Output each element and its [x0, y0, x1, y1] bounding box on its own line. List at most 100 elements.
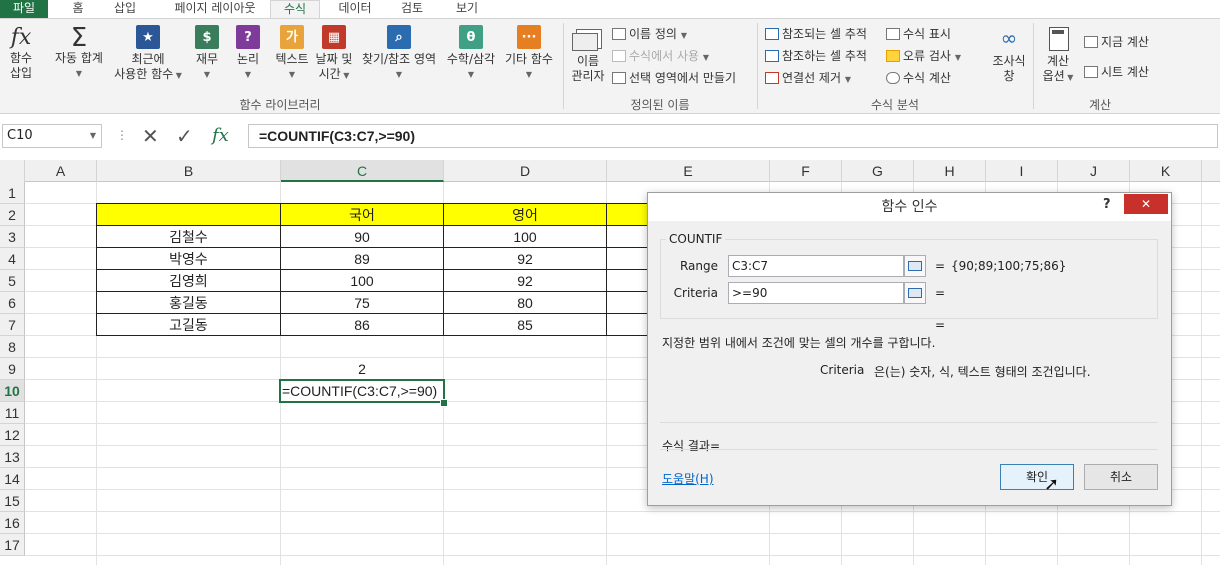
row-header-12[interactable]: 12	[0, 424, 25, 446]
column-header-f[interactable]: F	[770, 160, 842, 182]
row-header-10[interactable]: 10	[0, 380, 25, 402]
cell-d4[interactable]: 92	[443, 247, 607, 270]
criteria-input[interactable]: >=90	[728, 282, 904, 304]
cell-c9[interactable]: 2	[281, 358, 443, 380]
column-header-j[interactable]: J	[1058, 160, 1130, 182]
cell-c2[interactable]: 국어	[280, 203, 444, 226]
cell-e5[interactable]	[606, 269, 648, 292]
cell-d7[interactable]: 85	[443, 313, 607, 336]
logical-button[interactable]: ? 논리 ▼	[232, 25, 264, 82]
row-header-1[interactable]: 1	[0, 182, 25, 204]
column-header-h[interactable]: H	[914, 160, 986, 182]
cell-b3[interactable]: 김철수	[96, 225, 281, 248]
cell-c3[interactable]: 90	[280, 225, 444, 248]
more-functions-button[interactable]: ··· 기타 함수 ▼	[500, 25, 558, 82]
row-header-4[interactable]: 4	[0, 248, 25, 270]
tab-review[interactable]: 검토	[390, 0, 434, 18]
calculation-options-button[interactable]: 계산 옵션 ▼	[1038, 25, 1078, 85]
use-in-formula-button[interactable]: 수식에서 사용 ▼	[612, 47, 709, 65]
create-from-selection-button[interactable]: 선택 영역에서 만들기	[612, 69, 736, 87]
cell-b5[interactable]: 김영희	[96, 269, 281, 292]
cell-d3[interactable]: 100	[443, 225, 607, 248]
insert-function-fx-icon[interactable]: fx	[212, 124, 229, 148]
cell-e3[interactable]	[606, 225, 648, 248]
ok-button[interactable]: 확인	[1000, 464, 1074, 490]
cell-e6[interactable]	[606, 291, 648, 314]
cell-d2[interactable]: 영어	[443, 203, 607, 226]
column-header-k[interactable]: K	[1130, 160, 1202, 182]
row-header-7[interactable]: 7	[0, 314, 25, 336]
column-header-a[interactable]: A	[25, 160, 97, 182]
cell-c4[interactable]: 89	[280, 247, 444, 270]
row-header-13[interactable]: 13	[0, 446, 25, 468]
cell-e7[interactable]	[606, 313, 648, 336]
cell-b7[interactable]: 고길동	[96, 313, 281, 336]
cell-b4[interactable]: 박영수	[96, 247, 281, 270]
row-header-16[interactable]: 16	[0, 512, 25, 534]
chevron-down-icon[interactable]: ▼	[90, 125, 96, 147]
recent-functions-button[interactable]: ★ 최근에 사용한 함수 ▼	[110, 25, 186, 83]
cell-e2[interactable]	[606, 203, 648, 226]
calculate-now-button[interactable]: 지금 계산	[1084, 33, 1149, 51]
range-input[interactable]: C3:C7	[728, 255, 904, 277]
cell-e4[interactable]	[606, 247, 648, 270]
tab-formulas[interactable]: 수식	[270, 0, 320, 19]
row-header-14[interactable]: 14	[0, 468, 25, 490]
column-header-b[interactable]: B	[97, 160, 281, 182]
name-manager-button[interactable]: 이름 관리자	[568, 25, 608, 84]
row-header-15[interactable]: 15	[0, 490, 25, 512]
close-icon[interactable]: ✕	[1124, 194, 1168, 214]
column-header-c[interactable]: C	[281, 160, 444, 182]
column-header-i[interactable]: I	[986, 160, 1058, 182]
fill-handle[interactable]	[440, 399, 448, 407]
tab-home[interactable]: 홈	[58, 0, 98, 18]
define-name-button[interactable]: 이름 정의 ▼	[612, 25, 687, 43]
cell-c10-active[interactable]: =COUNTIF(C3:C7,>=90)	[279, 379, 445, 403]
math-trig-button[interactable]: θ 수학/삼각 ▼	[444, 25, 498, 82]
watch-window-button[interactable]: ∞ 조사식 창	[988, 25, 1030, 84]
text-functions-button[interactable]: 가 텍스트 ▼	[272, 25, 312, 82]
tab-insert[interactable]: 삽입	[103, 0, 147, 18]
trace-precedents-button[interactable]: 참조되는 셀 추적	[765, 25, 867, 43]
row-header-8[interactable]: 8	[0, 336, 25, 358]
cell-b6[interactable]: 홍길동	[96, 291, 281, 314]
autosum-button[interactable]: Σ 자동 합계 ▼	[50, 25, 108, 81]
remove-arrows-button[interactable]: 연결선 제거 ▼	[765, 69, 851, 87]
help-question-icon[interactable]: ?	[1103, 197, 1111, 212]
row-header-11[interactable]: 11	[0, 402, 25, 424]
formula-input[interactable]: =COUNTIF(C3:C7,>=90)	[248, 124, 1218, 148]
trace-dependents-button[interactable]: 참조하는 셀 추적	[765, 47, 867, 65]
cancel-button[interactable]: 취소	[1084, 464, 1158, 490]
name-box[interactable]: C10 ▼	[2, 124, 102, 148]
cell-d6[interactable]: 80	[443, 291, 607, 314]
cell-c7[interactable]: 86	[280, 313, 444, 336]
help-link[interactable]: 도움말(H)	[662, 470, 714, 487]
enter-check-icon[interactable]: ✓	[176, 124, 193, 148]
error-checking-button[interactable]: 오류 검사 ▼	[886, 47, 961, 65]
financial-button[interactable]: $ 재무 ▼	[192, 25, 222, 82]
row-header-3[interactable]: 3	[0, 226, 25, 248]
tab-file[interactable]: 파일	[0, 0, 48, 18]
calculate-sheet-button[interactable]: 시트 계산	[1084, 63, 1149, 81]
row-header-2[interactable]: 2	[0, 204, 25, 226]
insert-function-button[interactable]: fx 함수 삽입	[4, 25, 38, 81]
cell-c6[interactable]: 75	[280, 291, 444, 314]
range-collapse-button[interactable]	[904, 255, 926, 277]
column-header-g[interactable]: G	[842, 160, 914, 182]
column-header-e[interactable]: E	[607, 160, 770, 182]
row-header-17[interactable]: 17	[0, 534, 25, 556]
lookup-button[interactable]: ⌕ 찾기/참조 영역 ▼	[356, 25, 442, 82]
row-header-5[interactable]: 5	[0, 270, 25, 292]
show-formulas-button[interactable]: 수식 표시	[886, 25, 951, 43]
cell-d5[interactable]: 92	[443, 269, 607, 292]
tab-page-layout[interactable]: 페이지 레이아웃	[156, 0, 274, 18]
tab-view[interactable]: 보기	[445, 0, 489, 18]
select-all-corner[interactable]	[0, 160, 25, 182]
row-header-9[interactable]: 9	[0, 358, 25, 380]
cell-c5[interactable]: 100	[280, 269, 444, 292]
cancel-icon[interactable]: ✕	[142, 124, 159, 148]
tab-data[interactable]: 데이터	[330, 0, 380, 18]
row-header-6[interactable]: 6	[0, 292, 25, 314]
cell-b2[interactable]	[96, 203, 281, 226]
criteria-collapse-button[interactable]	[904, 282, 926, 304]
